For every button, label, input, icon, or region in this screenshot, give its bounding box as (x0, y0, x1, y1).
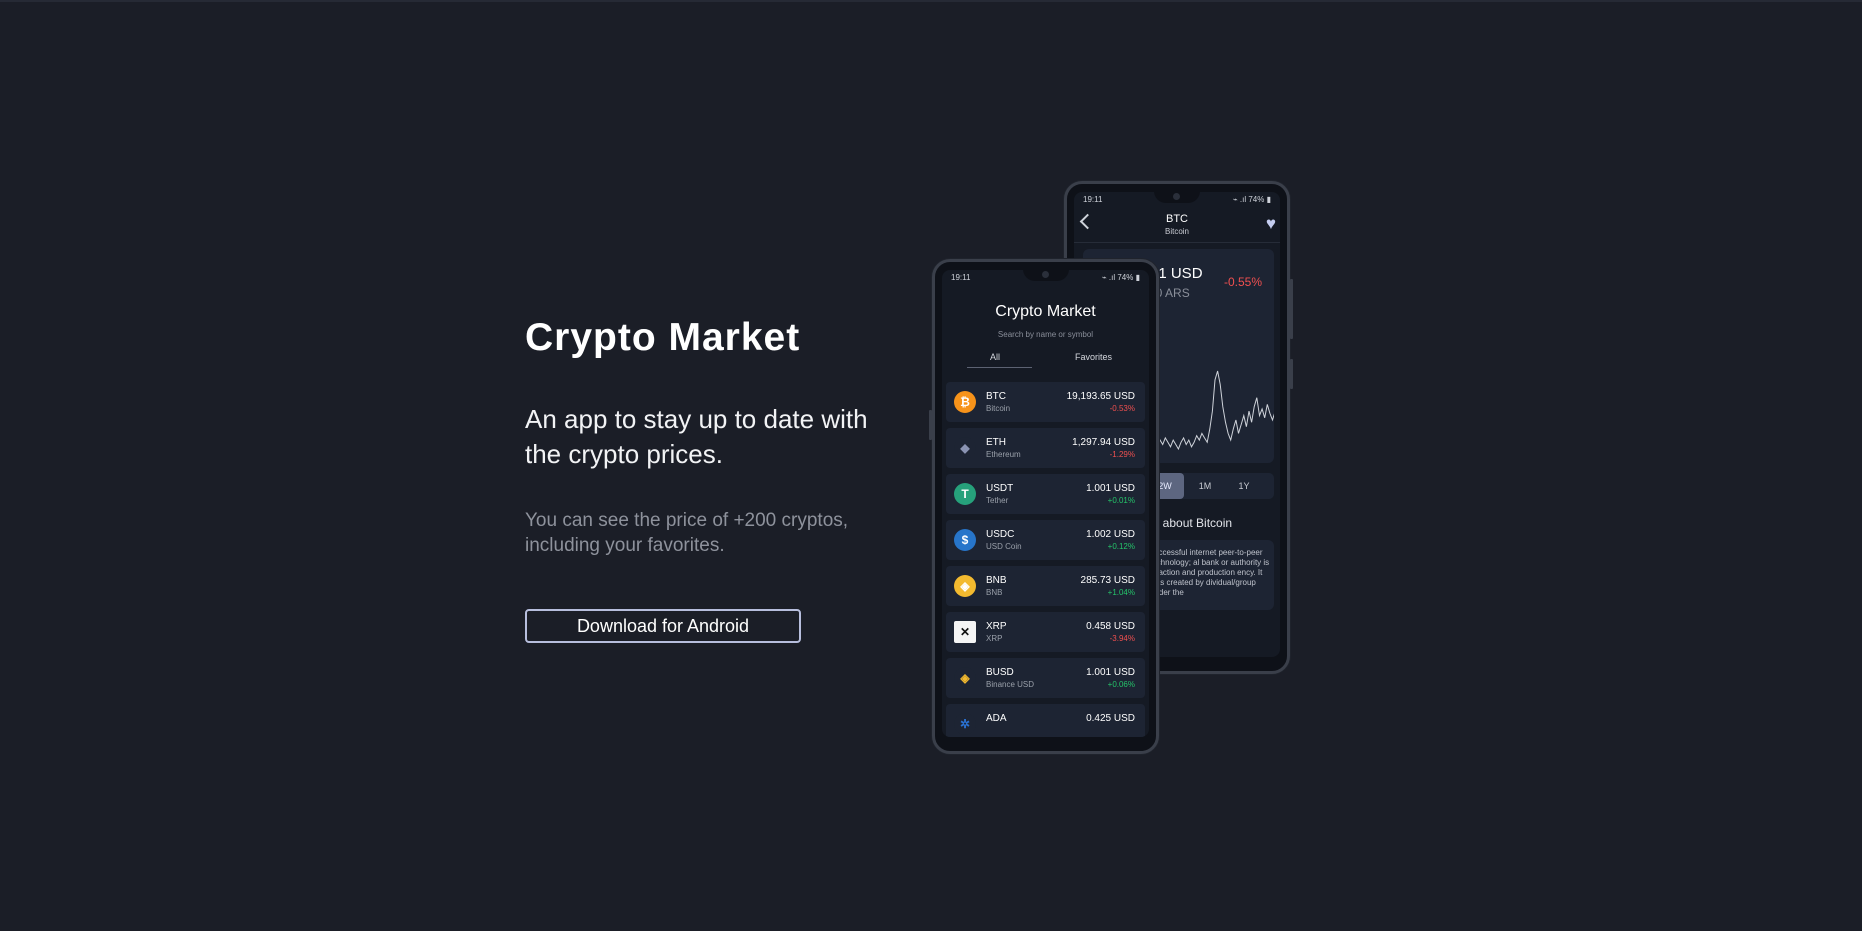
status-time: 19:11 (951, 273, 971, 282)
bitcoin-icon: ₿ (954, 391, 976, 413)
hero-description: You can see the price of +200 cryptos, i… (525, 510, 849, 556)
camera-notch (1022, 270, 1069, 281)
battery-level: 74% (1248, 195, 1265, 204)
coin-row[interactable]: ◆ ETH Ethereum 1,297.94 USD -1.29% (946, 428, 1145, 468)
coin-glyph: ₿ (960, 395, 970, 409)
cardano-icon: ✲ (954, 713, 976, 735)
list-phone-mockup: 19:11 ⌁ .ıl 74% ▮ Crypto Market Search b… (929, 259, 1159, 754)
coin-price: 1,297.94 USD (1072, 437, 1135, 448)
range-1y-button[interactable]: 1Y (1225, 473, 1263, 499)
coin-row[interactable]: ◈ BUSD Binance USD 1.001 USD +0.06% (946, 658, 1145, 698)
coin-row[interactable]: ₿ BTC Bitcoin 19,193.65 USD -0.53% (946, 382, 1145, 422)
coin-price: 0.458 USD (1086, 621, 1135, 632)
range-1m-button[interactable]: 1M (1186, 473, 1224, 499)
coin-glyph: ◈ (960, 671, 970, 685)
coin-symbol: BNB (986, 575, 1007, 586)
detail-name: Bitcoin (1164, 227, 1189, 236)
coin-row[interactable]: T USDT Tether 1.001 USD +0.01% (946, 474, 1145, 514)
coin-name: Ethereum (986, 450, 1021, 459)
coin-price: 1.001 USD (1086, 483, 1135, 494)
coin-symbol: XRP (986, 621, 1007, 632)
status-time: 19:11 (1083, 195, 1103, 204)
status-battery: ⌁ .ıl 74% ▮ (1232, 195, 1271, 204)
battery-level: 74% (1117, 273, 1134, 282)
coin-name: Binance USD (986, 680, 1035, 689)
coin-name: Bitcoin (986, 404, 1011, 413)
list-screen: 19:11 ⌁ .ıl 74% ▮ Crypto Market Search b… (942, 270, 1149, 737)
coin-glyph: T (961, 487, 969, 501)
coin-row[interactable]: ◈ BNB BNB 285.73 USD +1.04% (946, 566, 1145, 606)
coin-change: -1.29% (1109, 450, 1135, 459)
about-text: successful internet peer-to-peer technol… (1150, 548, 1270, 597)
download-android-button[interactable]: Download for Android (525, 609, 801, 643)
hero-title: Crypto Market (525, 316, 801, 359)
coin-glyph: ✲ (959, 717, 971, 731)
coin-glyph: ✕ (959, 625, 971, 639)
coin-change: -0.53% (1109, 404, 1135, 413)
ethereum-icon: ◆ (954, 437, 976, 459)
coin-price: 1.001 USD (1086, 667, 1135, 678)
coin-change: +1.04% (1107, 588, 1135, 597)
camera-notch (1154, 192, 1200, 203)
hero-subtitle: An app to stay up to date with the crypt… (525, 404, 868, 469)
top-divider (0, 0, 1862, 2)
coin-change: +0.01% (1107, 496, 1135, 505)
coin-symbol: USDT (986, 483, 1014, 494)
coin-name: USD Coin (986, 542, 1022, 551)
coin-symbol: ADA (986, 713, 1007, 724)
coin-price: 0.425 USD (1086, 713, 1135, 724)
heart-icon[interactable]: ♥ (1266, 215, 1276, 232)
coin-symbol: ETH (986, 437, 1006, 448)
usd-coin-icon: $ (954, 529, 976, 551)
coin-list: ₿ BTC Bitcoin 19,193.65 USD -0.53% ◆ ETH Ethere… (946, 382, 1145, 737)
coin-name: Tether (986, 496, 1009, 505)
xrp-icon: ✕ (954, 621, 976, 643)
coin-symbol: BUSD (986, 667, 1014, 678)
coin-price: 285.73 USD (1080, 575, 1135, 586)
coin-change: +0.06% (1107, 680, 1135, 689)
coin-change: +0.12% (1107, 542, 1135, 551)
volume-button (1290, 279, 1293, 339)
tab-all[interactable]: All (990, 352, 1000, 362)
coin-change: -3.94% (1109, 634, 1135, 643)
coin-glyph: ◈ (960, 579, 970, 593)
detail-symbol: BTC (1166, 213, 1188, 225)
volume-button (929, 410, 932, 440)
coin-row[interactable]: ✕ XRP XRP 0.458 USD -3.94% (946, 612, 1145, 652)
coin-glyph: ◆ (960, 441, 970, 455)
tether-icon: T (954, 483, 976, 505)
active-tab-indicator (967, 367, 1032, 368)
coin-name: BNB (986, 588, 1003, 597)
price-line (1146, 370, 1274, 451)
coin-symbol: BTC (986, 391, 1006, 402)
status-battery: ⌁ .ıl 74% ▮ (1101, 273, 1140, 282)
power-button (1290, 359, 1293, 389)
list-title: Crypto Market (995, 303, 1096, 320)
coin-glyph: $ (961, 533, 969, 547)
tab-favorites[interactable]: Favorites (1075, 352, 1112, 362)
coin-row[interactable]: ✲ ADA 0.425 USD (946, 704, 1145, 737)
bnb-icon: ◈ (954, 575, 976, 597)
coin-symbol: USDC (986, 529, 1015, 540)
coin-name: XRP (986, 634, 1003, 643)
coin-price: 1.002 USD (1086, 529, 1135, 540)
search-input[interactable]: Search by name or symbol (942, 330, 1149, 339)
detail-header: BTC Bitcoin ♥ (1074, 210, 1280, 243)
busd-icon: ◈ (954, 667, 976, 689)
price-change: -0.55% (1223, 275, 1262, 289)
coin-price: 19,193.65 USD (1066, 391, 1135, 402)
coin-row[interactable]: $ USDC USD Coin 1.002 USD +0.12% (946, 520, 1145, 560)
